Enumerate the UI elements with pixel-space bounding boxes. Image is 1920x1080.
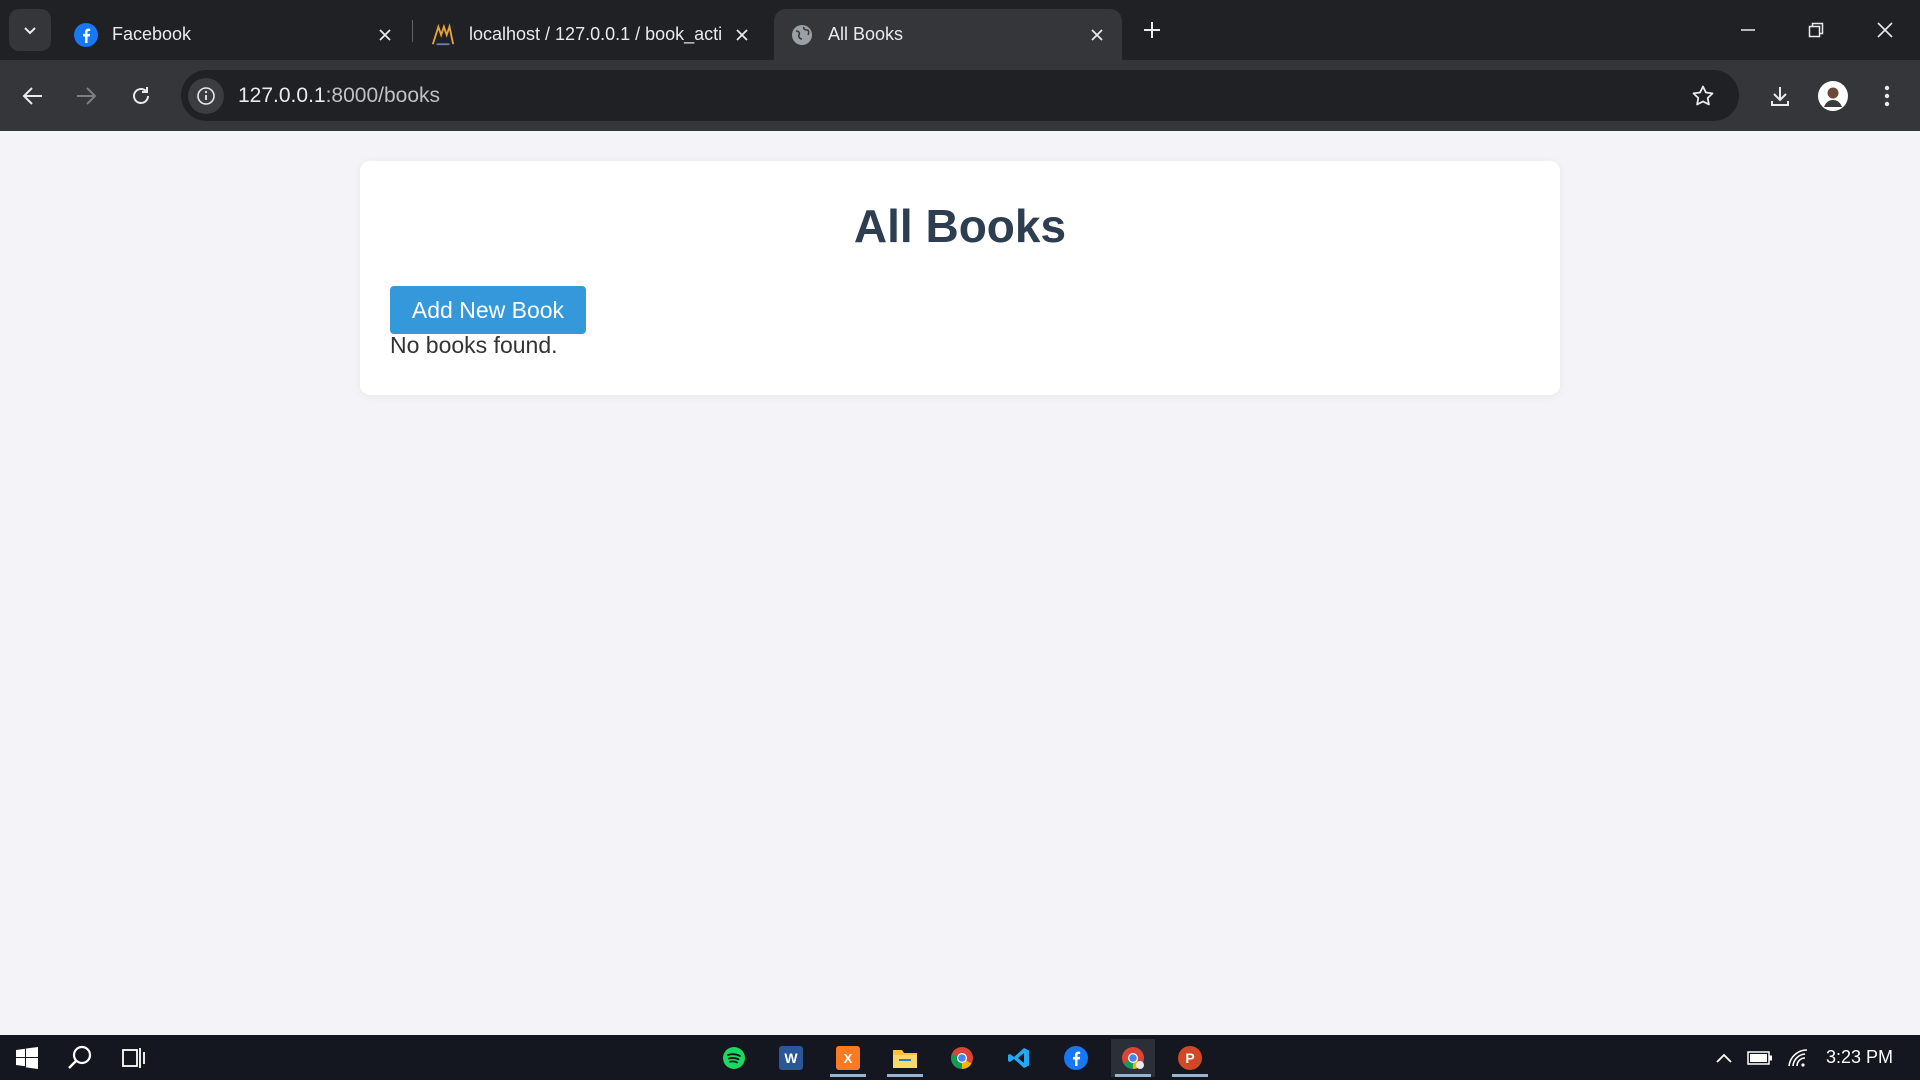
taskbar-clock[interactable]: 3:23 PM: [1826, 1047, 1893, 1068]
running-indicator: [830, 1074, 866, 1077]
taskbar-app-chrome-active[interactable]: [1111, 1039, 1155, 1077]
minimize-button[interactable]: [1720, 8, 1776, 52]
taskbar-app-facebook[interactable]: [1054, 1039, 1098, 1077]
taskbar-app-spotify[interactable]: [712, 1039, 756, 1077]
battery-indicator[interactable]: [1746, 1043, 1774, 1073]
task-view-icon: [122, 1048, 145, 1068]
tab-phpmyadmin[interactable]: localhost / 127.0.0.1 / book_acti: [415, 9, 767, 60]
tab-separator: [412, 20, 413, 42]
facebook-icon: [1064, 1046, 1088, 1070]
minimize-icon: [1741, 29, 1755, 31]
search-button[interactable]: [58, 1039, 102, 1077]
restore-button[interactable]: [1788, 8, 1844, 52]
forward-button[interactable]: [66, 76, 106, 116]
url-text[interactable]: 127.0.0.1:8000/books: [238, 84, 440, 108]
url-host: 127.0.0.1: [238, 83, 326, 107]
close-tab-icon[interactable]: [1084, 22, 1110, 48]
windows-taskbar: W X P 3:23 PM: [0, 1035, 1920, 1080]
running-indicator: [887, 1074, 923, 1077]
vscode-icon: [1008, 1048, 1029, 1068]
close-tab-icon[interactable]: [372, 22, 398, 48]
back-button[interactable]: [13, 76, 53, 116]
arrow-left-icon: [22, 87, 42, 105]
phpmyadmin-icon: [431, 22, 455, 47]
page-title: All Books: [853, 200, 1067, 252]
downloads-button[interactable]: [1760, 76, 1800, 116]
windows-logo-icon: [16, 1047, 38, 1069]
taskbar-app-xampp[interactable]: X: [826, 1039, 870, 1077]
network-indicator[interactable]: [1784, 1043, 1812, 1073]
page-viewport: All Books Add New Book No books found.: [0, 131, 1920, 1035]
tab-title: All Books: [828, 24, 904, 44]
url-path: :8000/books: [325, 83, 441, 107]
kebab-menu-icon: [1884, 85, 1890, 107]
close-tab-icon[interactable]: [729, 22, 755, 48]
close-icon: [1877, 22, 1893, 38]
chrome-icon: [951, 1047, 973, 1069]
avatar-icon: [1818, 81, 1848, 111]
tab-all-books[interactable]: All Books: [774, 9, 1122, 60]
restore-icon: [1808, 22, 1824, 38]
menu-button[interactable]: [1867, 76, 1907, 116]
reload-icon: [133, 87, 149, 104]
site-info-icon[interactable]: [188, 77, 224, 114]
tab-title: Facebook: [112, 24, 192, 44]
profile-avatar[interactable]: [1813, 76, 1853, 116]
chrome-icon: [1122, 1047, 1144, 1069]
taskbar-app-chrome[interactable]: [940, 1039, 984, 1077]
battery-icon: [1747, 1051, 1772, 1065]
new-tab-button[interactable]: [1136, 14, 1168, 46]
powerpoint-icon: P: [1178, 1046, 1202, 1070]
browser-toolbar: 127.0.0.1:8000/books: [0, 60, 1920, 131]
task-view-button[interactable]: [112, 1039, 156, 1077]
spotify-icon: [723, 1047, 745, 1069]
chevron-up-icon: [1716, 1053, 1732, 1063]
books-container: All Books Add New Book No books found.: [360, 161, 1560, 395]
tab-search-button[interactable]: [9, 9, 51, 51]
folder-icon: [893, 1050, 917, 1068]
globe-icon: [790, 23, 814, 47]
show-hidden-icons-button[interactable]: [1712, 1043, 1736, 1073]
reload-button[interactable]: [121, 76, 161, 116]
word-icon: W: [779, 1046, 803, 1070]
tab-facebook[interactable]: Facebook: [58, 9, 410, 60]
start-button[interactable]: [5, 1039, 49, 1077]
facebook-icon: [74, 22, 98, 47]
browser-tabstrip: Facebook localhost / 127.0.0.1 / book_ac…: [0, 0, 1920, 60]
taskbar-app-vscode[interactable]: [997, 1039, 1041, 1077]
xampp-icon: X: [836, 1046, 860, 1070]
empty-state-message: No books found.: [390, 332, 558, 358]
running-indicator: [1172, 1074, 1208, 1077]
plus-icon: [1144, 22, 1160, 38]
arrow-right-icon: [77, 87, 97, 105]
taskbar-app-file-explorer[interactable]: [883, 1039, 927, 1077]
wifi-icon: [1788, 1049, 1808, 1067]
tab-title: localhost / 127.0.0.1 / book_acti: [469, 24, 723, 44]
close-window-button[interactable]: [1857, 8, 1913, 52]
running-indicator: [1115, 1074, 1151, 1077]
taskbar-app-powerpoint[interactable]: P: [1168, 1039, 1212, 1077]
bookmark-star-icon[interactable]: [1685, 78, 1721, 114]
search-icon: [68, 1045, 92, 1069]
chevron-down-icon: [24, 27, 36, 35]
address-bar[interactable]: 127.0.0.1:8000/books: [181, 70, 1739, 121]
taskbar-app-word[interactable]: W: [769, 1039, 813, 1077]
download-icon: [1771, 87, 1789, 106]
add-new-book-button[interactable]: Add New Book: [390, 286, 586, 334]
